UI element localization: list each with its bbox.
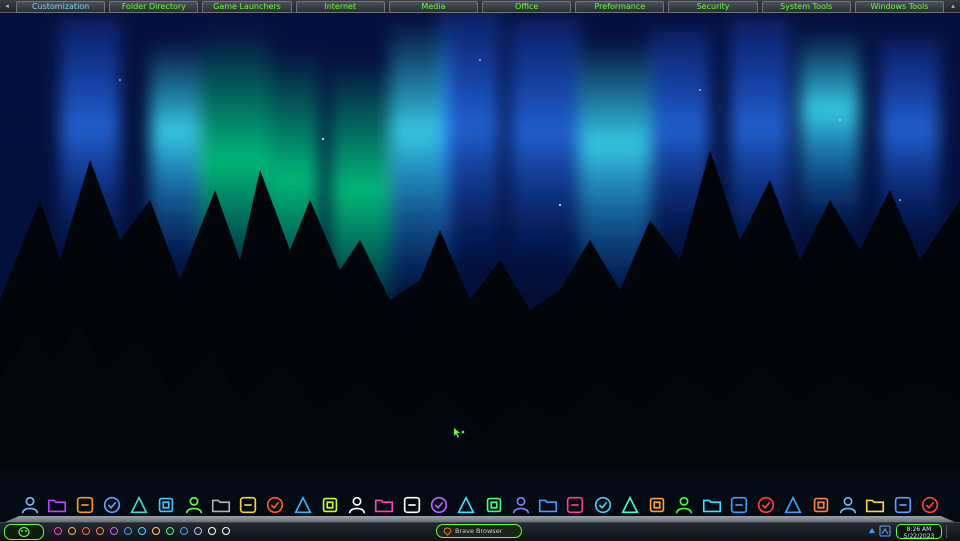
cloud-icon[interactable] [108,525,120,537]
tab-game-launchers[interactable]: Game Launchers [202,1,292,13]
globe-icon[interactable] [291,493,315,517]
shield-yellow-icon[interactable] [863,493,887,517]
start-orb-icon [18,526,30,538]
clock-icon[interactable] [192,525,204,537]
tab-system-tools[interactable]: System Tools [761,1,851,13]
brave-icon[interactable] [94,525,106,537]
tab-windows-tools[interactable]: Windows Tools [854,1,945,13]
screen-icon[interactable] [700,493,724,517]
chat-icon[interactable] [150,525,162,537]
shield-icon[interactable] [80,525,92,537]
folder-cyan-icon[interactable] [154,493,178,517]
keyboard-icon[interactable] [672,493,696,517]
tab-security[interactable]: Security [668,1,758,13]
document-icon[interactable] [454,493,478,517]
network-icon[interactable] [879,525,891,537]
ok-icon[interactable] [178,525,190,537]
toolbar-scroll-left-icon[interactable]: ◂ [0,0,14,12]
bolt-icon[interactable] [754,493,778,517]
airplane-icon[interactable] [591,493,615,517]
task-label: Brave Browser [455,527,503,535]
cone-icon[interactable] [263,493,287,517]
github-icon[interactable] [400,493,424,517]
clock-time: 8:26 AM [906,525,932,533]
tab-office[interactable]: Office [482,1,572,13]
folder-blue-icon[interactable] [100,493,124,517]
tab-media[interactable]: Media [388,1,479,13]
info-icon[interactable] [836,493,860,517]
taskbar-clock[interactable]: 8:26 AM 5/22/2023 [896,524,942,540]
folder-gray-icon[interactable] [209,493,233,517]
monitor-icon[interactable] [206,525,218,537]
system-tray [868,525,891,537]
user-icon[interactable] [18,493,42,517]
gimp-icon[interactable] [318,493,342,517]
taskbar: Brave Browser 8:26 AM 5/22/2023 [0,522,960,541]
folder-purple-icon[interactable] [45,493,69,517]
folder-orange-icon[interactable] [73,493,97,517]
folder-teal-icon[interactable] [127,493,151,517]
quick-launch [52,525,232,537]
tab-customization[interactable]: Customization [16,1,106,13]
category-toolbar: ◂ Customization Folder Directory Game La… [0,0,960,13]
tab-preformance[interactable]: Preformance [575,1,665,13]
toolbar-collapse-icon[interactable]: ▴ [946,0,960,12]
brave-lion-icon [443,526,452,536]
shield-red-icon[interactable] [918,493,942,517]
video-icon[interactable] [509,493,533,517]
pulse-icon[interactable] [164,525,176,537]
monitor-icon[interactable] [618,493,642,517]
terminal-icon[interactable] [220,525,232,537]
dock [18,489,942,521]
gear-icon[interactable] [66,525,78,537]
eye-icon[interactable] [122,525,134,537]
paw-icon[interactable] [345,493,369,517]
steam-icon[interactable] [536,493,560,517]
up-arrow-icon[interactable] [868,527,876,535]
taskbar-item-brave-browser[interactable]: Brave Browser [436,524,522,538]
desktop-wallpaper [0,0,960,540]
download-icon[interactable] [727,493,751,517]
start-button[interactable] [4,524,44,540]
search-icon[interactable] [52,525,64,537]
tab-internet[interactable]: Internet [295,1,385,13]
broom-icon[interactable] [645,493,669,517]
tab-folder-directory[interactable]: Folder Directory [109,1,199,13]
mouse-cursor-icon [454,428,465,438]
palette-icon[interactable] [563,493,587,517]
book-icon[interactable] [236,493,260,517]
folder-green-icon[interactable] [182,493,206,517]
settings-icon[interactable] [136,525,148,537]
defender-icon[interactable] [891,493,915,517]
media-icon[interactable] [372,493,396,517]
export-icon[interactable] [809,493,833,517]
aperture-icon[interactable] [781,493,805,517]
share-icon[interactable] [482,493,506,517]
clock-date: 5/22/2023 [903,532,935,540]
show-desktop-button[interactable] [946,525,957,538]
k-icon[interactable] [427,493,451,517]
